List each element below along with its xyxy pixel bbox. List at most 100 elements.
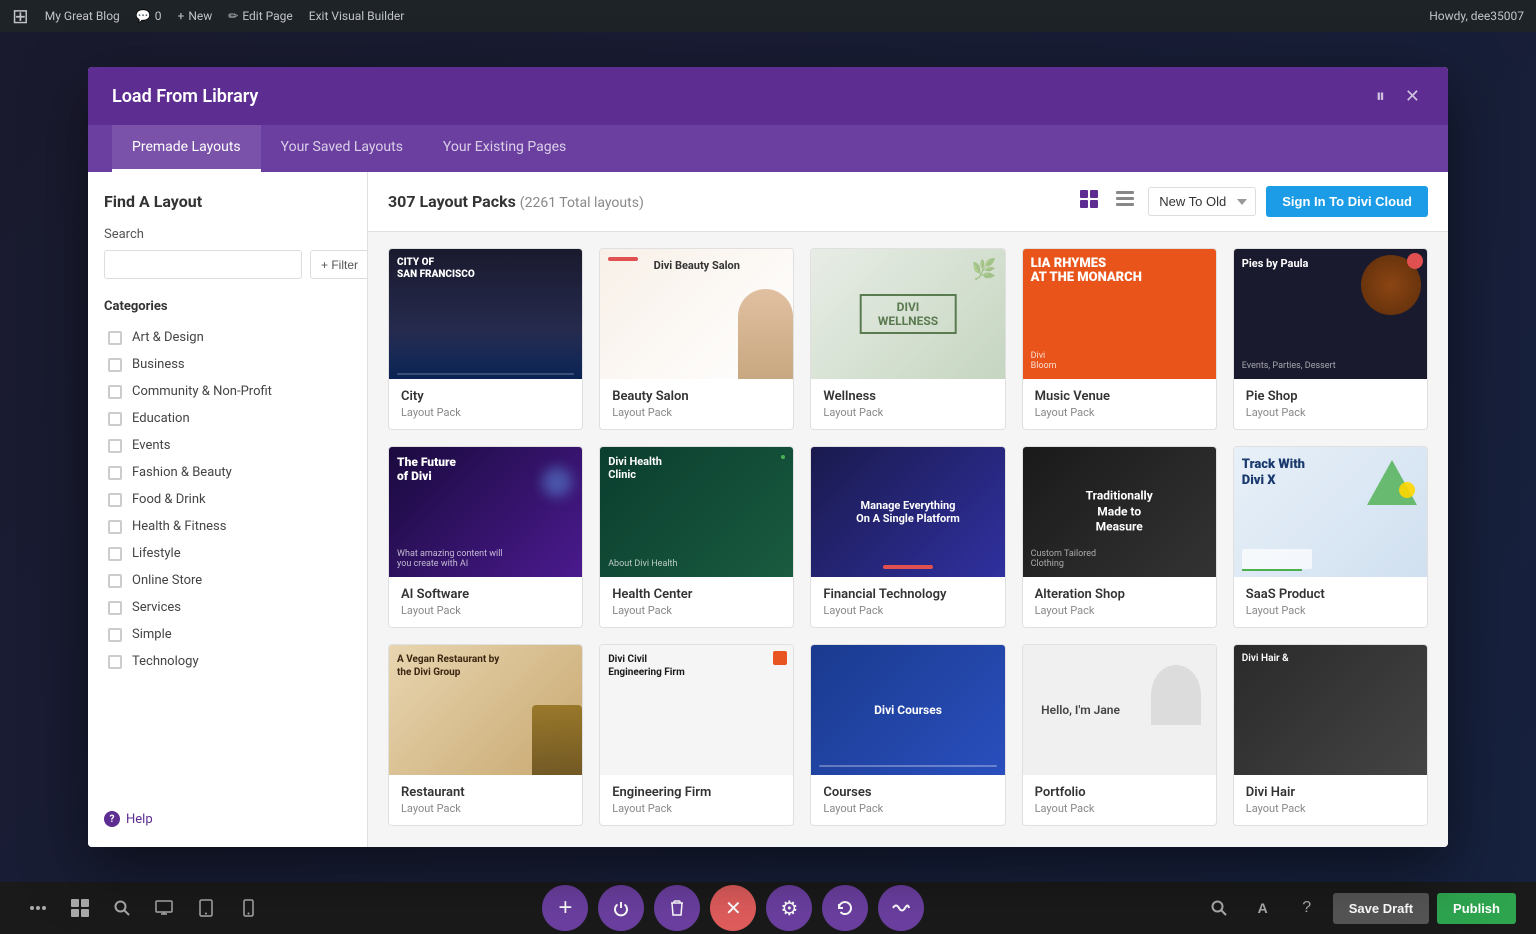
category-services[interactable]: Services (104, 594, 351, 621)
card-type-hair: Layout Pack (1246, 802, 1415, 815)
card-name-restaurant: Restaurant (401, 785, 570, 800)
layout-card-restaurant[interactable]: A Vegan Restaurant bythe Divi Group Rest… (388, 644, 583, 826)
category-checkbox-fashion[interactable] (108, 466, 122, 480)
card-thumbnail-pie: Pies by Paula Events, Parties, Dessert (1234, 249, 1427, 379)
admin-bar-comments[interactable]: 💬 0 (136, 9, 162, 23)
list-view-button[interactable] (1112, 186, 1138, 217)
layout-card-music-venue[interactable]: LIA RHYMESAT THE MONARCH DiviBloom Music… (1022, 248, 1217, 430)
card-info-saas: SaaS Product Layout Pack (1234, 577, 1427, 627)
category-checkbox-business[interactable] (108, 358, 122, 372)
category-lifestyle[interactable]: Lifestyle (104, 540, 351, 567)
category-checkbox-events[interactable] (108, 439, 122, 453)
category-checkbox-online[interactable] (108, 574, 122, 588)
toolbar-add-button[interactable]: + (542, 885, 588, 931)
toolbar-help-button[interactable]: ? (1289, 890, 1325, 926)
layout-card-engineering[interactable]: Divi CivilEngineering Firm Engineering F… (599, 644, 794, 826)
category-art[interactable]: Art & Design (104, 324, 351, 351)
card-type-courses: Layout Pack (823, 802, 992, 815)
card-info-fintech: Financial Technology Layout Pack (811, 577, 1004, 627)
modal-header-actions: ⏸ ✕ (1372, 82, 1424, 111)
layout-card-beauty-salon[interactable]: Divi Beauty Salon Beauty Salon Layout Pa… (599, 248, 794, 430)
modal-close-button[interactable]: ✕ (1401, 82, 1424, 111)
admin-bar-site-name[interactable]: My Great Blog (45, 9, 120, 23)
category-technology[interactable]: Technology (104, 648, 351, 675)
toolbar-settings-button[interactable]: ⚙ (766, 885, 812, 931)
card-type-music: Layout Pack (1035, 406, 1204, 419)
toolbar-search-button[interactable] (104, 890, 140, 926)
layout-card-wellness[interactable]: DIVI WELLNESS 🌿 Wellness Layout Pack (810, 248, 1005, 430)
layout-grid-scroll[interactable]: CITY OFSAN FRANCISCO City Layout Pack (368, 232, 1448, 847)
tab-saved-layouts[interactable]: Your Saved Layouts (261, 125, 423, 172)
modal-pause-button[interactable]: ⏸ (1372, 82, 1389, 111)
search-row: + Filter (104, 250, 351, 279)
layout-card-city[interactable]: CITY OFSAN FRANCISCO City Layout Pack (388, 248, 583, 430)
category-checkbox-simple[interactable] (108, 628, 122, 642)
layout-card-health-center[interactable]: Divi HealthClinic About Divi Health Heal… (599, 446, 794, 628)
category-food[interactable]: Food & Drink (104, 486, 351, 513)
sign-in-divi-cloud-button[interactable]: Sign In To Divi Cloud (1266, 186, 1428, 217)
layout-card-portfolio[interactable]: Hello, I'm Jane Portfolio Layout Pack (1022, 644, 1217, 826)
layout-card-pie-shop[interactable]: Pies by Paula Events, Parties, Dessert P… (1233, 248, 1428, 430)
filter-button[interactable]: + Filter (310, 250, 368, 279)
category-events[interactable]: Events (104, 432, 351, 459)
layout-card-courses[interactable]: Divi Courses Courses Layout Pack (810, 644, 1005, 826)
toolbar-dots-button[interactable] (20, 890, 56, 926)
search-input[interactable] (104, 250, 302, 279)
help-link[interactable]: ? Help (104, 791, 351, 827)
toolbar-tablet-button[interactable] (188, 890, 224, 926)
card-name-ai: AI Software (401, 587, 570, 602)
search-icon (114, 900, 130, 916)
tab-premade-layouts[interactable]: Premade Layouts (112, 125, 261, 172)
trash-icon (669, 899, 685, 917)
category-checkbox-services[interactable] (108, 601, 122, 615)
layout-card-ai[interactable]: The Futureof Divi What amazing content w… (388, 446, 583, 628)
category-checkbox-lifestyle[interactable] (108, 547, 122, 561)
card-name-health: Health Center (612, 587, 781, 602)
category-checkbox-community[interactable] (108, 385, 122, 399)
grid-icon (71, 899, 89, 917)
save-draft-button[interactable]: Save Draft (1333, 893, 1429, 924)
card-type-beauty: Layout Pack (612, 406, 781, 419)
category-checkbox-technology[interactable] (108, 655, 122, 669)
layout-card-alteration[interactable]: Traditionally Made toMeasure Custom Tail… (1022, 446, 1217, 628)
toolbar-trash-button[interactable] (654, 885, 700, 931)
category-checkbox-education[interactable] (108, 412, 122, 426)
category-checkbox-art[interactable] (108, 331, 122, 345)
toolbar-wave-button[interactable] (878, 885, 924, 931)
card-info-portfolio: Portfolio Layout Pack (1023, 775, 1216, 825)
toolbar-grid-button[interactable] (62, 890, 98, 926)
layout-card-saas[interactable]: Track WithDivi X (1233, 446, 1428, 628)
category-online-store[interactable]: Online Store (104, 567, 351, 594)
card-type-fintech: Layout Pack (823, 604, 992, 617)
category-simple[interactable]: Simple (104, 621, 351, 648)
toolbar-close-button[interactable]: ✕ (710, 885, 756, 931)
layout-card-hair[interactable]: Divi Hair & Divi Hair Layout Pack (1233, 644, 1428, 826)
card-type-restaurant: Layout Pack (401, 802, 570, 815)
category-health[interactable]: Health & Fitness (104, 513, 351, 540)
category-checkbox-health[interactable] (108, 520, 122, 534)
grid-view-button[interactable] (1076, 186, 1102, 217)
card-name-fintech: Financial Technology (823, 587, 992, 602)
tab-existing-pages[interactable]: Your Existing Pages (423, 125, 586, 172)
admin-bar-exit[interactable]: Exit Visual Builder (309, 9, 405, 23)
toolbar-history-button[interactable] (822, 885, 868, 931)
category-education[interactable]: Education (104, 405, 351, 432)
admin-bar-edit-page[interactable]: ✏ Edit Page (228, 9, 293, 23)
category-business[interactable]: Business (104, 351, 351, 378)
toolbar-desktop-button[interactable] (146, 890, 182, 926)
category-fashion[interactable]: Fashion & Beauty (104, 459, 351, 486)
toolbar-a11y-button[interactable]: A (1245, 890, 1281, 926)
toolbar-search-small-button[interactable] (1201, 890, 1237, 926)
sort-select[interactable]: New To Old Old To New A to Z Z to A (1148, 187, 1256, 216)
category-community[interactable]: Community & Non-Profit (104, 378, 351, 405)
toolbar-power-button[interactable] (598, 885, 644, 931)
toolbar-mobile-button[interactable] (230, 890, 266, 926)
layout-packs-count: (2261 Total layouts) (520, 195, 644, 211)
publish-button[interactable]: Publish (1437, 893, 1516, 924)
layout-card-fintech[interactable]: Manage EverythingOn A Single Platform Fi… (810, 446, 1005, 628)
category-checkbox-food[interactable] (108, 493, 122, 507)
layout-packs-title: 307 Layout Packs (388, 192, 516, 211)
search-label: Search (104, 227, 351, 242)
card-info-engineering: Engineering Firm Layout Pack (600, 775, 793, 825)
admin-bar-new[interactable]: + New (178, 9, 213, 23)
